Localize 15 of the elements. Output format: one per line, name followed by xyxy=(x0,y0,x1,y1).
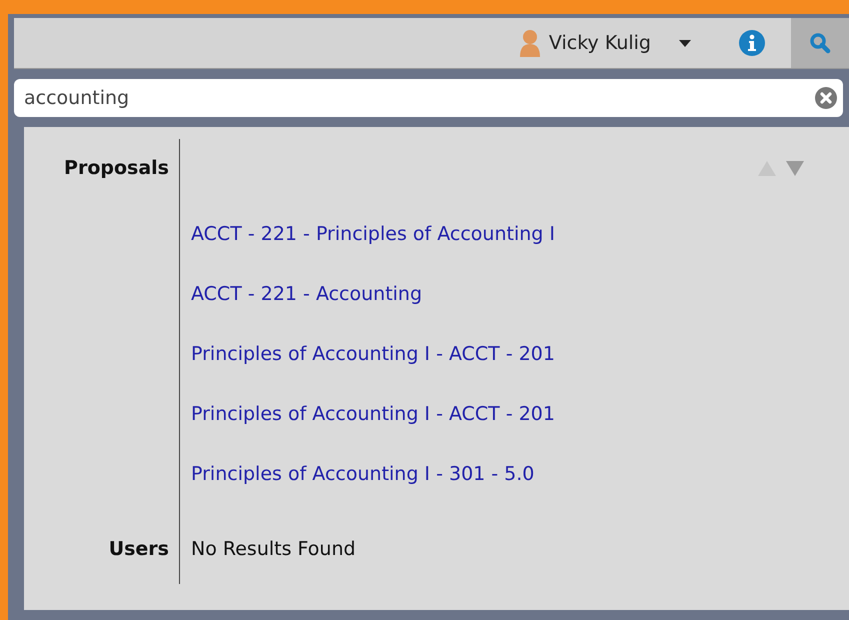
section-label: Proposals xyxy=(64,157,169,181)
search-field[interactable]: accounting xyxy=(14,79,843,117)
user-name[interactable]: Vicky Kulig xyxy=(548,32,651,54)
result-link[interactable]: Principles of Accounting I - ACCT - 201 xyxy=(191,342,555,366)
no-results-text: No Results Found xyxy=(191,538,356,560)
result-link[interactable]: Principles of Accounting I - 301 - 5.0 xyxy=(191,462,534,486)
result-link[interactable]: Principles of Accounting I - ACCT - 201 xyxy=(191,402,555,426)
caret-icon[interactable] xyxy=(679,40,691,46)
result-link[interactable]: ACCT - 221 - Accounting xyxy=(191,282,422,306)
search-icon xyxy=(809,32,831,54)
section-label: Users xyxy=(108,538,169,560)
info-icon[interactable] xyxy=(739,30,765,56)
result-link[interactable]: ACCT - 221 - Principles of Accounting I xyxy=(191,222,555,246)
user-icon xyxy=(518,29,541,57)
clear-icon[interactable] xyxy=(815,87,837,109)
